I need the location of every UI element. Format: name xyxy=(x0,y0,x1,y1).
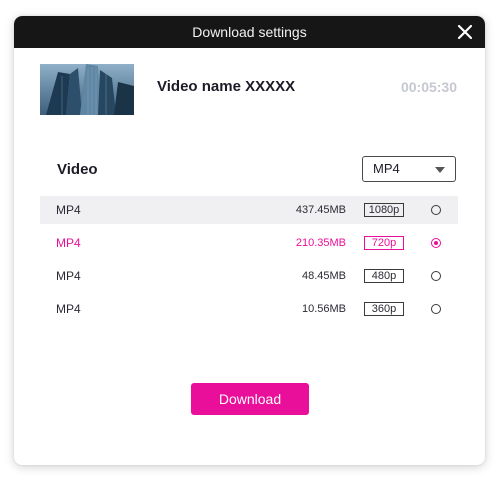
dialog-title: Download settings xyxy=(192,24,307,40)
quality-row-360p[interactable]: MP4 10.56MB 360p xyxy=(40,295,458,323)
video-name: Video name XXXXX xyxy=(157,78,296,95)
row-format: MP4 xyxy=(56,302,81,316)
row-resolution-badge: 720p xyxy=(364,236,404,250)
quality-row-1080p[interactable]: MP4 437.45MB 1080p xyxy=(40,196,458,224)
format-select[interactable]: MP4 xyxy=(362,156,456,182)
row-radio[interactable] xyxy=(431,205,441,215)
close-icon[interactable] xyxy=(455,22,475,42)
row-size: 48.45MB xyxy=(301,270,346,282)
row-format: MP4 xyxy=(56,269,81,283)
row-size: 210.35MB xyxy=(295,237,346,249)
row-size: 437.45MB xyxy=(295,204,346,216)
row-resolution-badge: 360p xyxy=(364,302,404,316)
row-radio[interactable] xyxy=(431,271,441,281)
row-resolution-badge: 480p xyxy=(364,269,404,283)
video-duration: 00:05:30 xyxy=(400,79,457,95)
row-radio[interactable] xyxy=(431,304,441,314)
format-select-value: MP4 xyxy=(373,161,400,176)
row-radio[interactable] xyxy=(431,238,441,248)
row-format: MP4 xyxy=(56,203,81,217)
download-button[interactable]: Download xyxy=(191,383,309,415)
dialog-titlebar: Download settings xyxy=(14,16,485,48)
download-settings-dialog: Download settings Video name XXXXX 00:05… xyxy=(14,16,485,465)
quality-row-480p[interactable]: MP4 48.45MB 480p xyxy=(40,262,458,290)
quality-row-720p[interactable]: MP4 210.35MB 720p xyxy=(40,229,458,257)
section-label-video: Video xyxy=(57,161,98,178)
row-size: 10.56MB xyxy=(301,303,346,315)
video-thumbnail xyxy=(40,64,134,115)
row-resolution-badge: 1080p xyxy=(364,203,404,217)
chevron-down-icon xyxy=(435,167,445,173)
row-format: MP4 xyxy=(56,236,81,250)
